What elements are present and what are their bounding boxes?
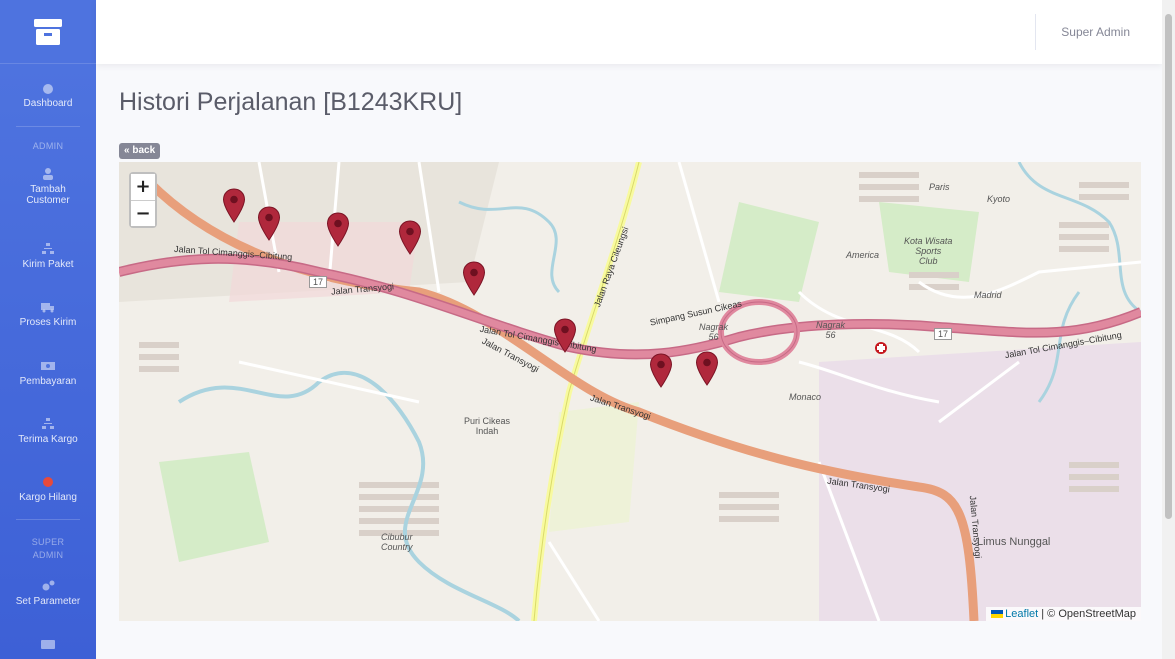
- sidebar-item-label: Proses Kirim: [19, 317, 77, 328]
- zoom-out-button[interactable]: −: [131, 200, 155, 226]
- map-label-place: Kota Wisata Sports Club: [904, 236, 953, 266]
- zoom-in-button[interactable]: +: [131, 174, 155, 200]
- dashboard-icon: [43, 84, 53, 94]
- user-icon: [43, 168, 53, 180]
- sidebar-item-kargo-hilang[interactable]: Kargo Hilang: [0, 476, 96, 503]
- alert-dot-icon: [43, 477, 53, 487]
- map-label-place: America: [846, 250, 880, 260]
- money-icon: [41, 362, 55, 370]
- sidebar-item-label: Kirim Paket: [22, 259, 74, 270]
- map-label-place: Kyoto: [987, 194, 1011, 204]
- map-label-place: Puri Cikeas Indah: [464, 416, 511, 436]
- map-container[interactable]: Jalan Tol Cimanggis–Cibitung Jalan Tol C…: [119, 162, 1141, 621]
- sitemap-icon: [42, 418, 54, 429]
- sidebar-divider: [16, 519, 80, 520]
- map-label-place: Nagrak 56: [816, 320, 846, 340]
- folder-icon: [41, 640, 55, 649]
- map-label-place: Paris: [929, 182, 950, 192]
- map-label-place: Limus Nunggal: [977, 536, 1051, 548]
- sidebar-item-dashboard[interactable]: Dashboard: [0, 82, 96, 109]
- map-label-place: Nagrak 56: [699, 322, 729, 342]
- sidebar-item-label: Dashboard: [23, 98, 73, 109]
- back-button[interactable]: « back: [119, 143, 161, 159]
- sidebar-item-kirim-paket[interactable]: Kirim Paket: [0, 243, 96, 270]
- map-label-place: Monaco: [789, 392, 822, 402]
- map-marker-icon[interactable]: [649, 353, 673, 389]
- topbar: Super Admin: [96, 0, 1162, 64]
- scrollbar-thumb[interactable]: [1165, 14, 1172, 519]
- sidebar-item-label: Pembayaran: [19, 376, 77, 387]
- map-marker-icon[interactable]: [462, 261, 486, 297]
- sidebar-heading-admin: ADMIN: [32, 141, 64, 151]
- map-marker-icon[interactable]: [326, 212, 350, 248]
- map-attribution: Leaflet | © OpenStreetMap: [986, 607, 1141, 621]
- map-marker-icon[interactable]: [695, 351, 719, 387]
- page-scrollbar[interactable]: [1162, 0, 1175, 659]
- attribution-text: | © OpenStreetMap: [1038, 608, 1136, 620]
- gears-icon: [42, 580, 55, 591]
- leaflet-link[interactable]: Leaflet: [1005, 608, 1038, 620]
- sidebar-item-tambah-customer[interactable]: Tambah Customer: [0, 168, 96, 206]
- sidebar-item-more[interactable]: [0, 638, 96, 654]
- sidebar-divider: [16, 126, 80, 127]
- map-marker-icon[interactable]: [398, 220, 422, 256]
- sidebar-item-label: Terima Kargo: [18, 434, 78, 445]
- sidebar-heading-super-admin: SUPER ADMIN: [31, 537, 65, 560]
- map-marker-icon[interactable]: [222, 188, 246, 224]
- sidebar-item-pembayaran[interactable]: Pembayaran: [0, 360, 96, 387]
- sitemap-icon: [42, 243, 54, 254]
- sidebar-item-label: Kargo Hilang: [19, 492, 77, 503]
- map-label-place: Madrid: [974, 290, 1002, 300]
- sidebar-item-set-parameter[interactable]: Set Parameter: [0, 580, 96, 607]
- ukraine-flag-icon: [991, 610, 1004, 619]
- map-marker-icon[interactable]: [553, 318, 577, 354]
- truck-icon: [41, 303, 54, 313]
- sidebar-item-terima-kargo[interactable]: Terima Kargo: [0, 418, 96, 445]
- sidebar: Dashboard ADMIN Tambah Customer Kirim Pa…: [0, 0, 96, 659]
- map-label-place: Cibubur Country: [381, 532, 413, 552]
- zoom-control: + −: [129, 172, 157, 228]
- brand-logo[interactable]: [0, 0, 96, 64]
- page-title: Histori Perjalanan [B1243KRU]: [119, 88, 463, 116]
- map-road-shield: 17: [934, 328, 953, 340]
- map-marker-icon[interactable]: [257, 206, 281, 242]
- map-road-shield: 17: [309, 276, 328, 288]
- sidebar-item-label: Set Parameter: [15, 596, 81, 607]
- box-icon: [34, 18, 62, 45]
- user-menu[interactable]: Super Admin: [1061, 25, 1130, 39]
- topbar-divider: [1035, 14, 1036, 50]
- sidebar-item-proses-kirim[interactable]: Proses Kirim: [0, 301, 96, 328]
- sidebar-item-label: Tambah Customer: [26, 184, 70, 206]
